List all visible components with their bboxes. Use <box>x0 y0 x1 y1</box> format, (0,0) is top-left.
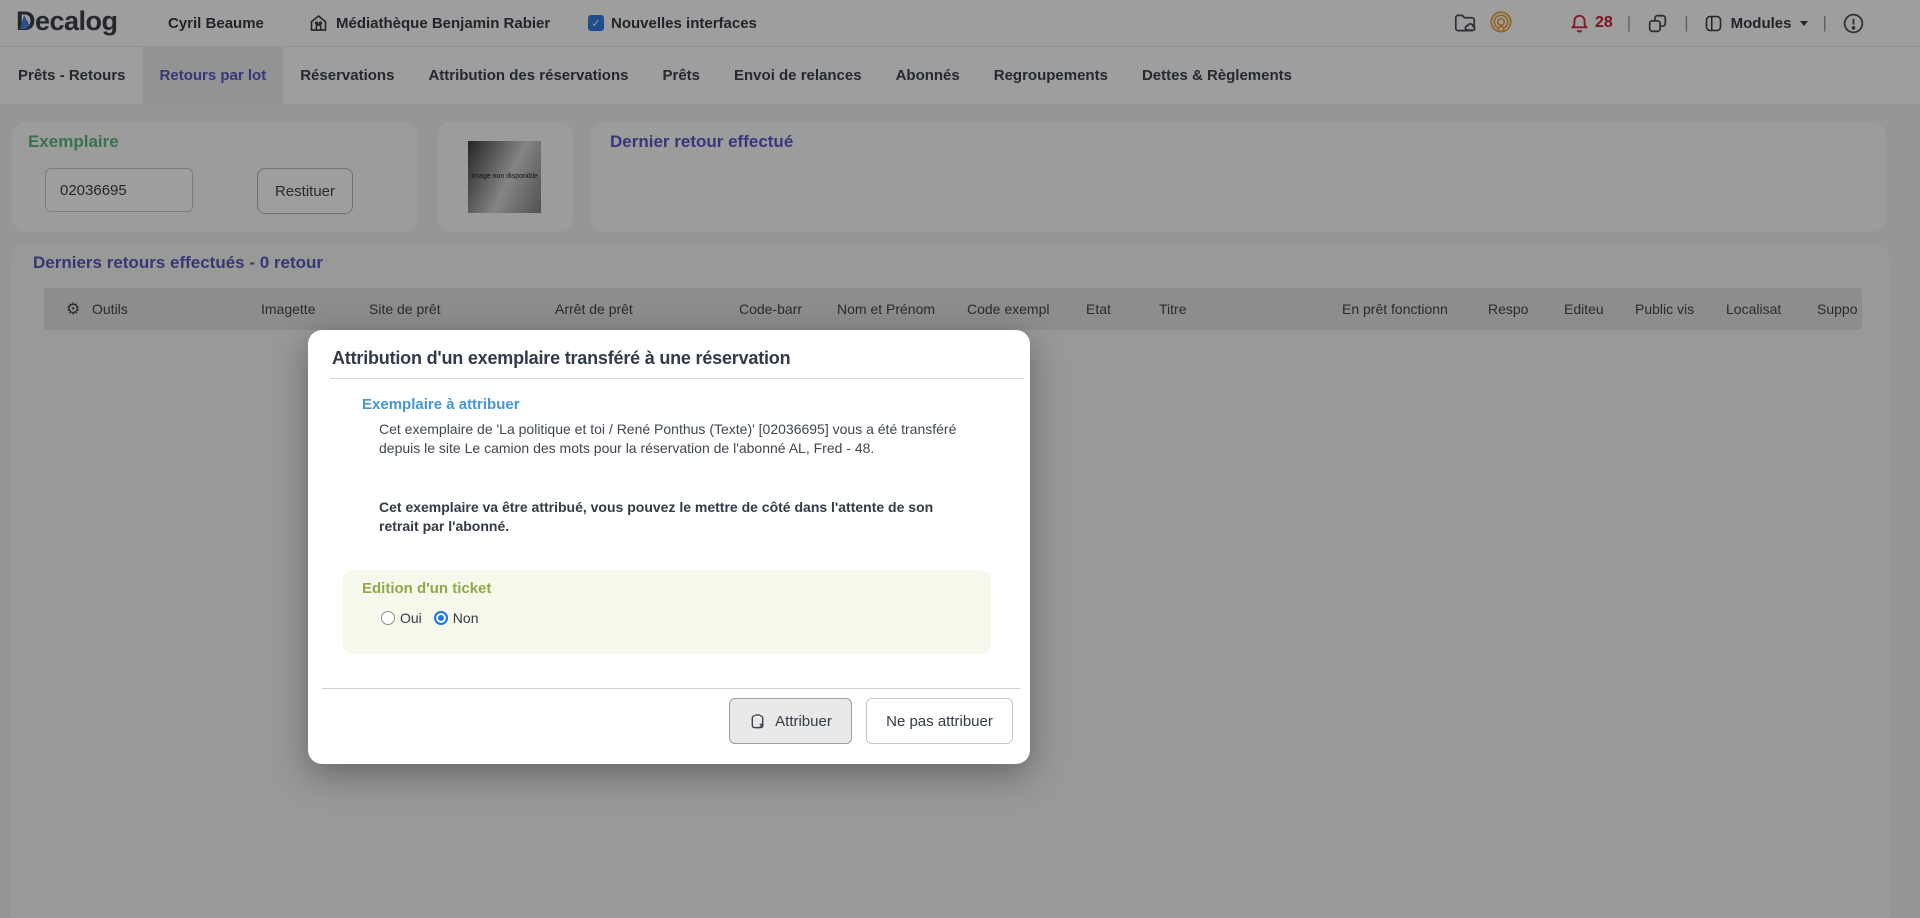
exemplaire-a-attribuer-title: Exemplaire à attribuer <box>362 396 520 413</box>
modal-title: Attribution d'un exemplaire transféré à … <box>332 348 790 369</box>
radio-oui-label: Oui <box>400 610 422 626</box>
radio-option-oui[interactable]: Oui <box>381 610 422 626</box>
ticket-radio-group: Oui Non <box>381 610 478 626</box>
edition-ticket-title: Edition d'un ticket <box>362 580 491 597</box>
modal-bold-text: Cet exemplaire va être attribué, vous po… <box>379 498 963 535</box>
attribuer-button[interactable]: Attribuer <box>729 698 852 744</box>
radio-option-non[interactable]: Non <box>434 610 479 626</box>
attribution-modal: Attribution d'un exemplaire transféré à … <box>308 330 1030 764</box>
ne-pas-attribuer-label: Ne pas attribuer <box>886 713 993 730</box>
clipboard-assign-icon <box>749 713 766 730</box>
radio-unselected-icon[interactable] <box>381 611 395 625</box>
edition-ticket-panel: Edition d'un ticket Oui Non <box>343 570 991 654</box>
modal-body-text: Cet exemplaire de 'La politique et toi /… <box>379 420 969 457</box>
radio-selected-icon[interactable] <box>434 611 448 625</box>
radio-non-label: Non <box>453 610 479 626</box>
modal-footer-divider <box>322 688 1020 689</box>
ne-pas-attribuer-button[interactable]: Ne pas attribuer <box>866 698 1013 744</box>
attribuer-label: Attribuer <box>775 713 832 730</box>
modal-title-divider <box>330 378 1024 379</box>
